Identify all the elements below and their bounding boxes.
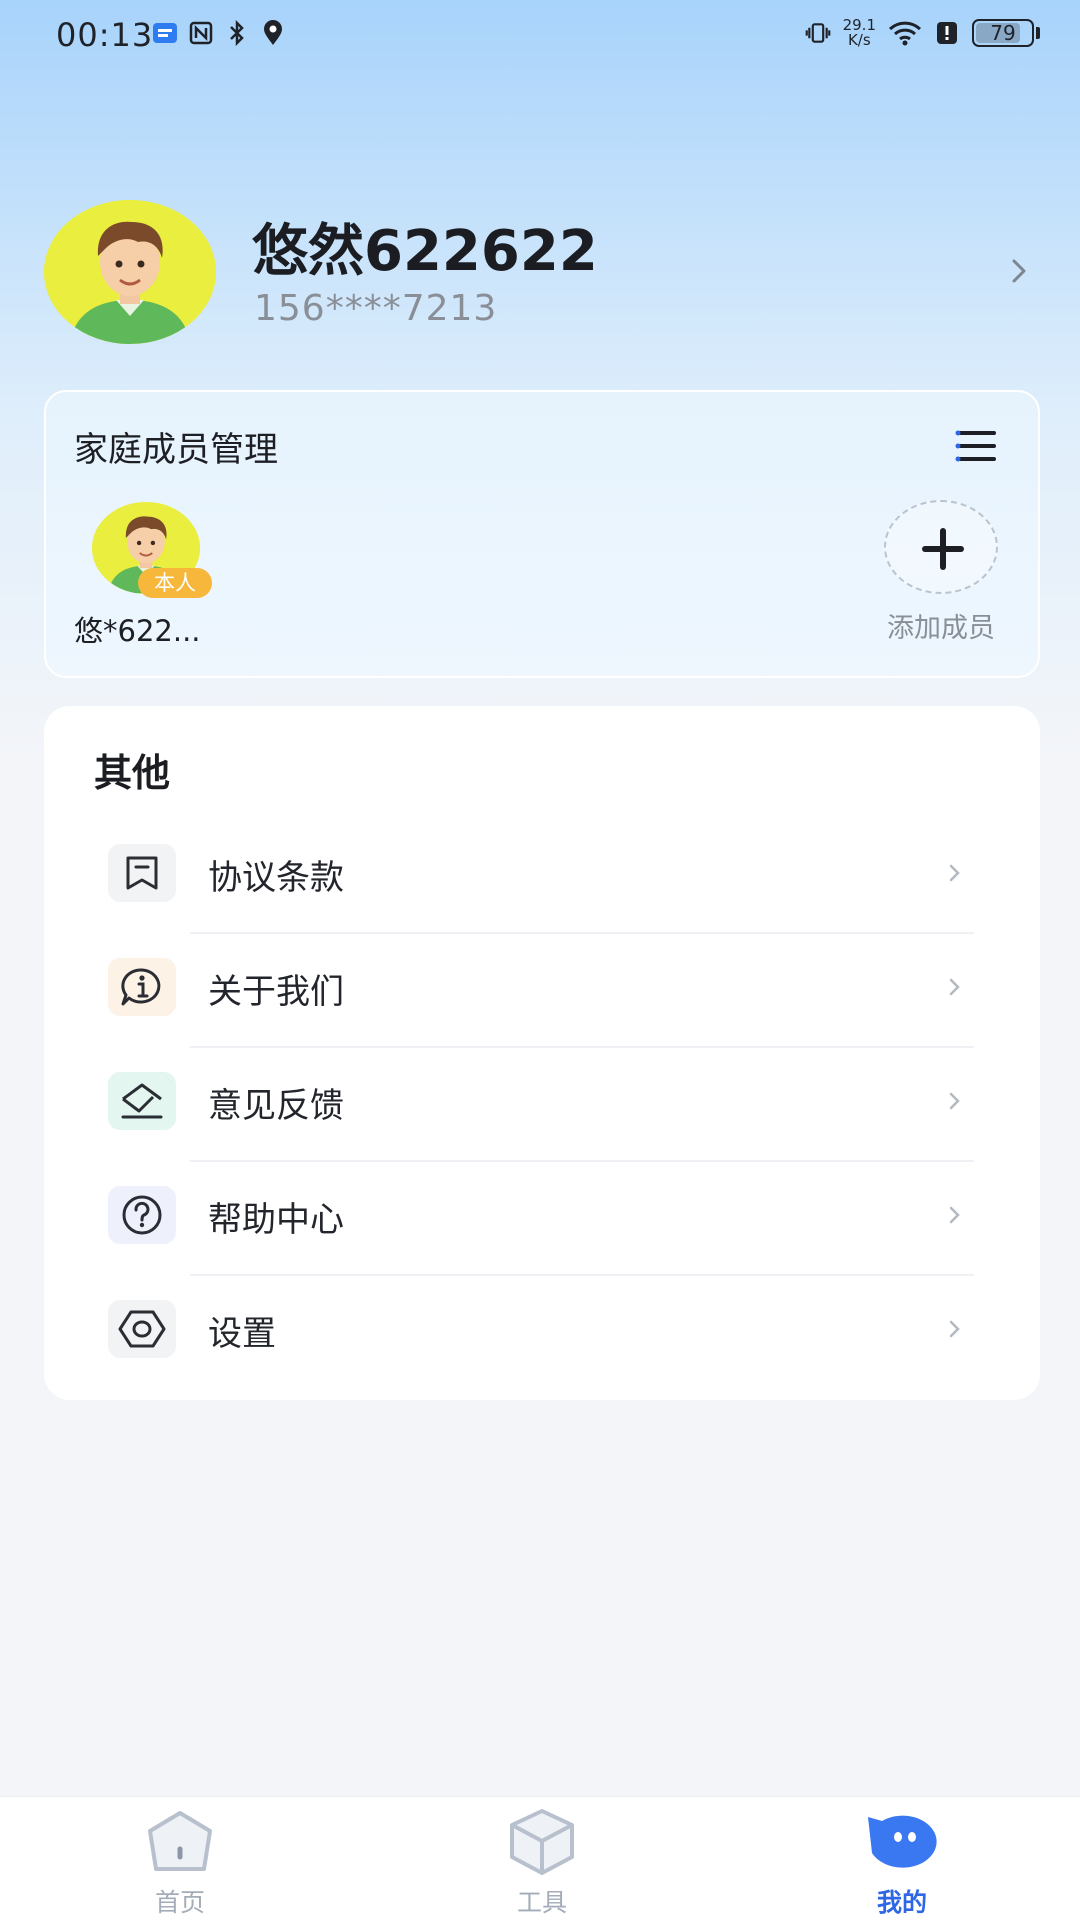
status-bar: 00:13 29.1 K/s 79 [0,0,1080,72]
location-icon [260,20,286,46]
family-card-title: 家庭成员管理 [74,430,278,470]
menu-item-label: 意见反馈 [208,1086,344,1126]
alert-icon [934,20,960,46]
avatar[interactable] [44,200,216,344]
help-circle-icon [108,1186,176,1244]
chevron-right-icon [949,864,960,882]
bottom-navigation: 首页 工具 我的 [0,1796,1080,1920]
add-member-label: 添加成员 [887,613,995,644]
tab-mine[interactable]: 我的 [842,1807,962,1919]
bookmark-icon [108,844,176,902]
profile-name: 悠然622622 [252,219,598,284]
tab-label: 首页 [154,1888,205,1917]
menu-item-label: 帮助中心 [208,1200,344,1240]
family-members-card: 家庭成员管理 本人 悠*622... 添加成员 [44,390,1040,678]
other-section-title: 其他 [94,751,171,795]
tab-label: 我的 [876,1888,927,1917]
envelope-pen-icon [108,1072,176,1130]
box-icon [510,1809,574,1875]
message-icon [152,20,178,46]
status-time: 00:13 [56,16,154,54]
menu-item-label: 关于我们 [208,972,344,1012]
home-icon [148,1811,212,1871]
status-icons-left [152,20,286,46]
bluetooth-icon [224,20,250,46]
chevron-right-icon [949,1206,960,1224]
menu-item-feedback[interactable]: 意见反馈 [44,1048,1040,1162]
tab-label: 工具 [516,1888,567,1917]
chevron-right-icon [949,1092,960,1110]
other-menu-list: 协议条款 关于我们 意见反馈 帮助中心 设置 [44,820,1040,1390]
info-chat-icon [108,958,176,1016]
battery-tip [1036,27,1040,39]
vibrate-icon [805,20,831,46]
add-member-button[interactable]: 添加成员 [876,500,1006,645]
chevron-right-icon[interactable] [1004,256,1034,286]
self-badge: 本人 [138,568,212,598]
battery-indicator: 79 [972,19,1034,47]
tab-home[interactable]: 首页 [120,1807,240,1919]
menu-list-icon[interactable] [954,428,998,464]
plus-icon[interactable] [884,500,998,594]
network-speed: 29.1 K/s [843,18,876,48]
profile-header[interactable]: 悠然622622 156****7213 [44,200,1044,346]
chevron-right-icon [949,978,960,996]
menu-item-settings[interactable]: 设置 [44,1276,1040,1390]
hexagon-settings-icon [108,1300,176,1358]
network-speed-unit: K/s [847,31,871,49]
profile-phone: 156****7213 [254,288,498,329]
other-section-card: 其他 协议条款 关于我们 意见反馈 帮助中心 设置 [44,706,1040,1400]
menu-item-help[interactable]: 帮助中心 [44,1162,1040,1276]
menu-item-about[interactable]: 关于我们 [44,934,1040,1048]
chevron-right-icon [949,1320,960,1338]
status-icons-right: 29.1 K/s 79 [805,18,1040,48]
member-name: 悠*622... [74,614,201,648]
menu-item-label: 协议条款 [208,858,344,898]
chat-bubble-icon [868,1815,937,1868]
menu-item-terms[interactable]: 协议条款 [44,820,1040,934]
wifi-icon [888,20,922,46]
tab-tools[interactable]: 工具 [482,1807,602,1919]
battery-percent: 79 [990,21,1016,45]
nfc-icon [188,20,214,46]
menu-item-label: 设置 [208,1314,276,1354]
